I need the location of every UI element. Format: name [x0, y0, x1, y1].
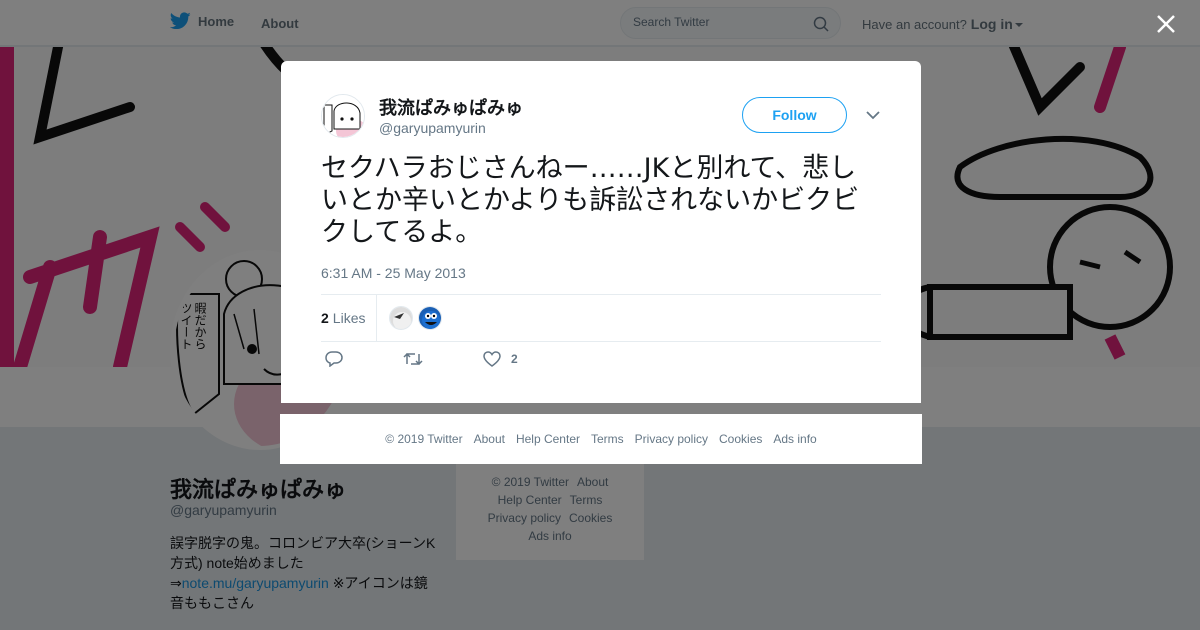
tweet-timestamp[interactable]: 6:31 AM - 25 May 2013 [321, 265, 466, 281]
likes-count: 2 [321, 310, 329, 326]
tweet-author-name[interactable]: 我流ぱみゅぱみゅ [379, 94, 523, 120]
tweet-modal: 我流ぱみゅぱみゅ @garyupamyurin Follow セクハラおじさんね… [281, 61, 921, 403]
reply-button[interactable] [325, 351, 343, 367]
footer-cookies-link[interactable]: Cookies [719, 432, 762, 446]
tweet-actions: 2 [321, 351, 621, 375]
likes-label: Likes [332, 310, 366, 326]
stat-divider [376, 295, 377, 341]
footer-help-link[interactable]: Help Center [516, 432, 580, 446]
footer-about-link[interactable]: About [474, 432, 505, 446]
reply-icon [325, 351, 343, 367]
footer-copyright: © 2019 Twitter [385, 432, 463, 446]
footer-ads-link[interactable]: Ads info [773, 432, 816, 446]
close-icon[interactable] [1156, 14, 1176, 34]
footer-terms-link[interactable]: Terms [591, 432, 624, 446]
follow-button[interactable]: Follow [742, 97, 847, 133]
retweet-button[interactable] [403, 351, 423, 367]
liker-avatar-image [419, 307, 441, 329]
like-button[interactable]: 2 [483, 351, 518, 367]
footer-privacy-link[interactable]: Privacy policy [635, 432, 708, 446]
liker-avatar[interactable] [389, 306, 413, 330]
retweet-icon [403, 352, 423, 366]
chevron-down-icon[interactable] [866, 110, 880, 120]
modal-footer: © 2019 Twitter About Help Center Terms P… [280, 414, 922, 464]
tweet-author-handle[interactable]: @garyupamyurin [379, 120, 486, 136]
tweet-stats: 2 Likes [321, 294, 881, 342]
tweet-author-avatar-image [322, 95, 364, 137]
liker-avatar[interactable] [418, 306, 442, 330]
tweet-author-avatar[interactable] [321, 94, 365, 138]
heart-icon [483, 351, 501, 367]
likes-stat[interactable]: 2 Likes [321, 310, 365, 326]
tweet-text: セクハラおじさんねー……JKと別れて、悲しいとか辛いとかよりも訴訟されないかビク… [321, 153, 860, 248]
liker-avatar-image [390, 307, 412, 329]
like-count: 2 [511, 352, 518, 366]
